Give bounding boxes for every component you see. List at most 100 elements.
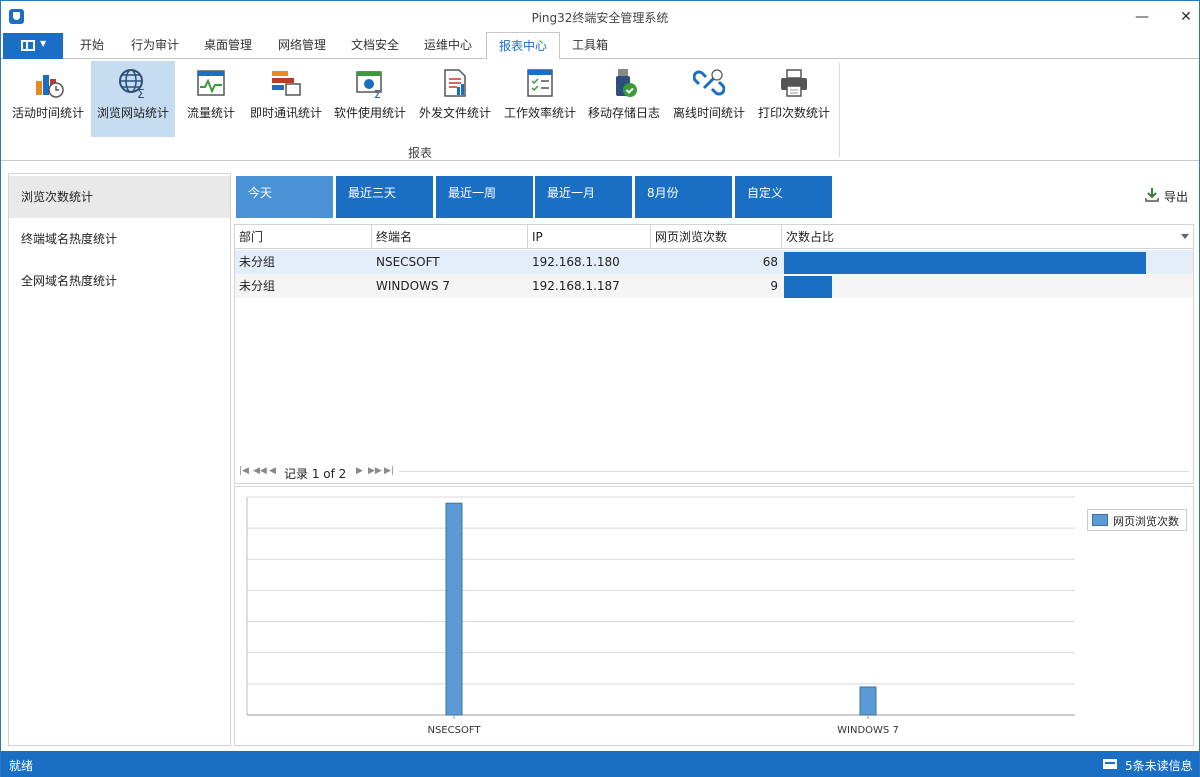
traffic-stats-button[interactable]: 流量统计 [181,61,241,137]
ribbon-group-label: 报表 [407,146,432,160]
range-three-days-button[interactable]: 最近三天 [336,176,433,218]
data-grid: 部门 终端名 IP 网页浏览次数 次数占比 未分组 NSECSOFT 192.1… [234,224,1194,484]
im-stats-button[interactable]: 即时通讯统计 [247,61,325,137]
cell-terminal-name: WINDOWS 7 [376,279,450,293]
unread-messages-link[interactable]: 5条未读信息 [1125,757,1193,774]
x-tick-label: WINDOWS 7 [837,725,899,736]
x-tick-label: NSECSOFT [427,725,481,736]
nav-item-global-domain-heat[interactable]: 全网域名热度统计 [9,260,230,302]
range-august-button[interactable]: 8月份 [635,176,732,218]
bar-chart: NSECSOFT WINDOWS 7 [246,496,1075,736]
range-week-button[interactable]: 最近一周 [436,176,533,218]
cell-terminal-name: NSECSOFT [376,255,440,269]
app-window: Ping32终端安全管理系统 — ✕ ▼ 开始 行为审计 桌面管理 网络管理 文… [0,0,1200,777]
column-header-ip[interactable]: IP [528,225,651,249]
tab-network-management[interactable]: 网络管理 [272,32,332,59]
cell-dept: 未分组 [239,255,276,269]
title-bar: Ping32终端安全管理系统 — ✕ [1,1,1199,32]
left-nav-panel: 浏览次数统计 终端域名热度统计 全网域名热度统计 [8,173,231,746]
outgoing-file-stats-button[interactable]: 外发文件统计 [415,61,495,137]
message-icon[interactable] [1103,759,1117,769]
tab-ops-center[interactable]: 运维中心 [418,32,478,59]
activity-time-stats-button[interactable]: 活动时间统计 [7,61,89,137]
ribbon-button-label: 即时通讯统计 [249,106,322,120]
web-browse-stats-button[interactable]: Σ 浏览网站统计 [91,61,175,137]
column-header-browse-count[interactable]: 网页浏览次数 [651,225,782,249]
dropdown-arrow-icon: ▼ [40,39,47,48]
export-button[interactable]: 导出 [1144,187,1194,205]
nav-item-browse-count[interactable]: 浏览次数统计 [9,176,230,218]
chart-panel: NSECSOFT WINDOWS 7 网页浏览次数 [234,486,1194,746]
range-custom-button[interactable]: 自定义 [735,176,832,218]
printer-icon [781,69,807,97]
usb-storage-icon [616,69,637,97]
ribbon-button-label: 工作效率统计 [503,106,576,120]
usb-storage-log-button[interactable]: 移动存储日志 [585,61,663,137]
prev-page-group-icon[interactable]: ◀◀ [253,466,267,476]
last-page-icon[interactable]: ▶| [384,466,394,476]
tab-desktop-management[interactable]: 桌面管理 [198,32,258,59]
status-text: 就绪 [9,759,34,773]
ribbon-button-label: 软件使用统计 [333,106,406,120]
window-title: Ping32终端安全管理系统 [531,11,669,25]
ribbon-button-label: 浏览网站统计 [96,106,169,120]
first-page-icon[interactable]: |◀ [239,466,249,476]
minimize-button[interactable]: — [1127,5,1157,29]
next-page-group-icon[interactable]: ▶▶ [368,466,382,476]
cell-dept: 未分组 [239,279,276,293]
svg-text:Σ: Σ [137,87,145,99]
ribbon-group-separator [839,63,840,157]
app-menu-button[interactable]: ▼ [3,33,63,59]
tab-toolbox[interactable]: 工具箱 [565,32,615,59]
cell-ip: 192.168.1.180 [532,255,620,269]
tab-behavior-audit[interactable]: 行为审计 [125,32,185,59]
grid-header: 部门 终端名 IP 网页浏览次数 次数占比 [235,225,1193,249]
menu-icon [21,40,35,51]
svg-text:Σ: Σ [374,88,381,99]
grid-pager: |◀ ◀◀ ◀ 记录 1 of 2 ▶ ▶▶ ▶| [235,463,1193,483]
ribbon-button-label: 打印次数统计 [757,106,830,120]
tab-document-security[interactable]: 文档安全 [345,32,405,59]
offline-time-stats-button[interactable]: 离线时间统计 [669,61,749,137]
download-icon [1145,188,1159,202]
ribbon-button-label: 移动存储日志 [587,106,660,120]
prev-page-icon[interactable]: ◀ [269,466,276,476]
status-bar: 就绪 5条未读信息 [1,751,1199,777]
web-browse-icon: Σ [119,69,145,99]
tab-start[interactable]: 开始 [69,32,115,59]
column-header-terminal-name[interactable]: 终端名 [372,225,528,249]
table-row[interactable]: 未分组 WINDOWS 7 192.168.1.187 9 [235,274,1193,298]
software-icon: Σ [356,71,382,99]
legend-swatch [1092,514,1108,526]
table-row[interactable]: 未分组 NSECSOFT 192.168.1.180 68 [235,250,1193,274]
cell-browse-count: 9 [770,279,778,293]
ribbon-panel: 活动时间统计 Σ 浏览网站统计 流量统计 即时通讯统计 Σ 软件使用统计 外发文… [1,59,1199,161]
ribbon-button-label: 外发文件统计 [418,106,491,120]
column-header-ratio[interactable]: 次数占比 [782,225,1193,249]
horizontal-scrollbar[interactable] [399,471,1189,472]
efficiency-icon [527,69,553,97]
column-filter-arrow-icon[interactable] [1181,234,1189,239]
chart-bar [859,686,877,716]
close-button[interactable]: ✕ [1171,5,1200,29]
cell-ip: 192.168.1.187 [532,279,620,293]
range-month-button[interactable]: 最近一月 [535,176,632,218]
tab-report-center[interactable]: 报表中心 [486,32,560,60]
pager-record-text: 记录 1 of 2 [284,467,347,481]
ratio-bar [784,252,1146,274]
activity-time-icon [36,75,64,98]
print-count-stats-button[interactable]: 打印次数统计 [753,61,835,137]
im-icon [272,71,301,96]
software-usage-stats-button[interactable]: Σ 软件使用统计 [331,61,409,137]
next-page-icon[interactable]: ▶ [356,466,363,476]
ribbon-tab-bar: ▼ 开始 行为审计 桌面管理 网络管理 文档安全 运维中心 报表中心 工具箱 [1,32,1199,60]
report-content: 今天 最近三天 最近一周 最近一月 8月份 自定义 导出 部门 终端名 IP 网… [234,173,1194,746]
work-efficiency-stats-button[interactable]: 工作效率统计 [501,61,579,137]
chart-legend: 网页浏览次数 [1087,509,1187,531]
range-today-button[interactable]: 今天 [236,176,333,218]
chart-bar [445,502,463,716]
nav-item-terminal-domain-heat[interactable]: 终端域名热度统计 [9,218,230,260]
ribbon-button-label: 活动时间统计 [11,106,84,120]
offline-time-icon [693,69,725,96]
column-header-dept[interactable]: 部门 [235,225,372,249]
